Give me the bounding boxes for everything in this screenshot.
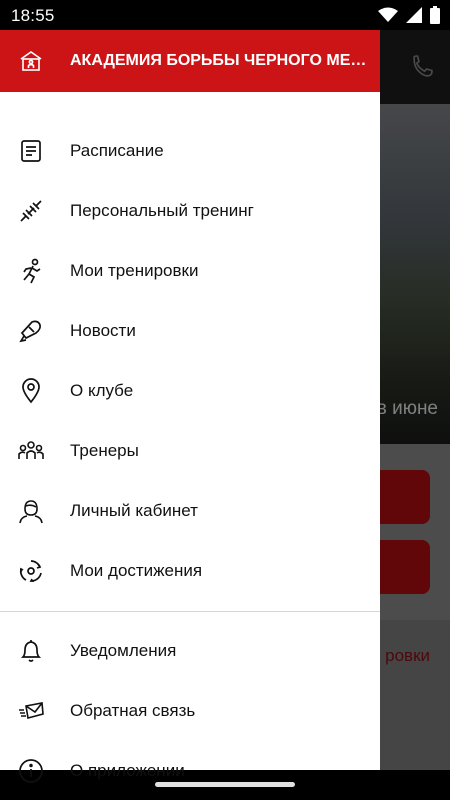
menu-item-label: Обратная связь	[70, 701, 196, 720]
menu-item-label: Расписание	[70, 141, 164, 160]
menu-item-personal-account[interactable]: Личный кабинет	[0, 481, 380, 541]
menu-item-personal-training[interactable]: Персональный тренинг	[0, 181, 380, 241]
megaphone-icon	[18, 318, 44, 344]
info-icon	[18, 758, 44, 784]
location-pin-icon	[18, 378, 44, 404]
feedback-envelope-icon	[18, 698, 44, 724]
menu-item-label: Тренеры	[70, 441, 139, 460]
menu-item-label: Мои тренировки	[70, 261, 199, 280]
navigation-drawer: АКАДЕМИЯ БОРЬБЫ ЧЕРНОГО МЕДВЕДЯ Расписан…	[0, 30, 380, 783]
menu-item-label: Уведомления	[70, 641, 177, 660]
menu-item-trainers[interactable]: Тренеры	[0, 421, 380, 481]
menu-item-label: Мои достижения	[70, 561, 203, 580]
menu-item-news[interactable]: Новости	[0, 301, 380, 361]
menu-item-label: Новости	[70, 321, 136, 340]
battery-icon	[430, 6, 440, 29]
club-home-icon	[18, 48, 44, 74]
achievement-icon	[18, 558, 44, 584]
people-icon	[18, 438, 44, 464]
menu-item-label: О приложении	[70, 761, 185, 780]
dumbbell-icon	[18, 198, 44, 224]
menu-item-label: О клубе	[70, 381, 134, 400]
menu-item-label: Персональный тренинг	[70, 201, 254, 220]
drawer-menu-secondary: Уведомления Обратная связь О приложении	[0, 621, 380, 800]
menu-item-about-app[interactable]: О приложении	[0, 741, 380, 800]
status-bar: 18:55	[0, 0, 450, 30]
drawer-title: АКАДЕМИЯ БОРЬБЫ ЧЕРНОГО МЕДВЕДЯ	[70, 52, 370, 69]
status-time: 18:55	[11, 6, 55, 25]
running-person-icon	[18, 258, 44, 284]
drawer-divider	[0, 611, 380, 612]
bell-icon	[18, 638, 44, 664]
menu-item-feedback[interactable]: Обратная связь	[0, 681, 380, 741]
menu-item-schedule[interactable]: Расписание	[0, 121, 380, 181]
menu-item-about-club[interactable]: О клубе	[0, 361, 380, 421]
status-icons	[378, 6, 440, 29]
menu-item-my-workouts[interactable]: Мои тренировки	[0, 241, 380, 301]
signal-icon	[406, 7, 422, 28]
menu-item-label: Личный кабинет	[70, 501, 198, 520]
user-profile-icon	[18, 498, 44, 524]
drawer-header: АКАДЕМИЯ БОРЬБЫ ЧЕРНОГО МЕДВЕДЯ	[0, 30, 380, 92]
wifi-icon	[378, 7, 398, 28]
menu-item-notifications[interactable]: Уведомления	[0, 621, 380, 681]
schedule-icon	[18, 138, 44, 164]
menu-item-achievements[interactable]: Мои достижения	[0, 541, 380, 601]
drawer-menu-main: Расписание Персональный тренинг Мои трен…	[0, 121, 380, 601]
